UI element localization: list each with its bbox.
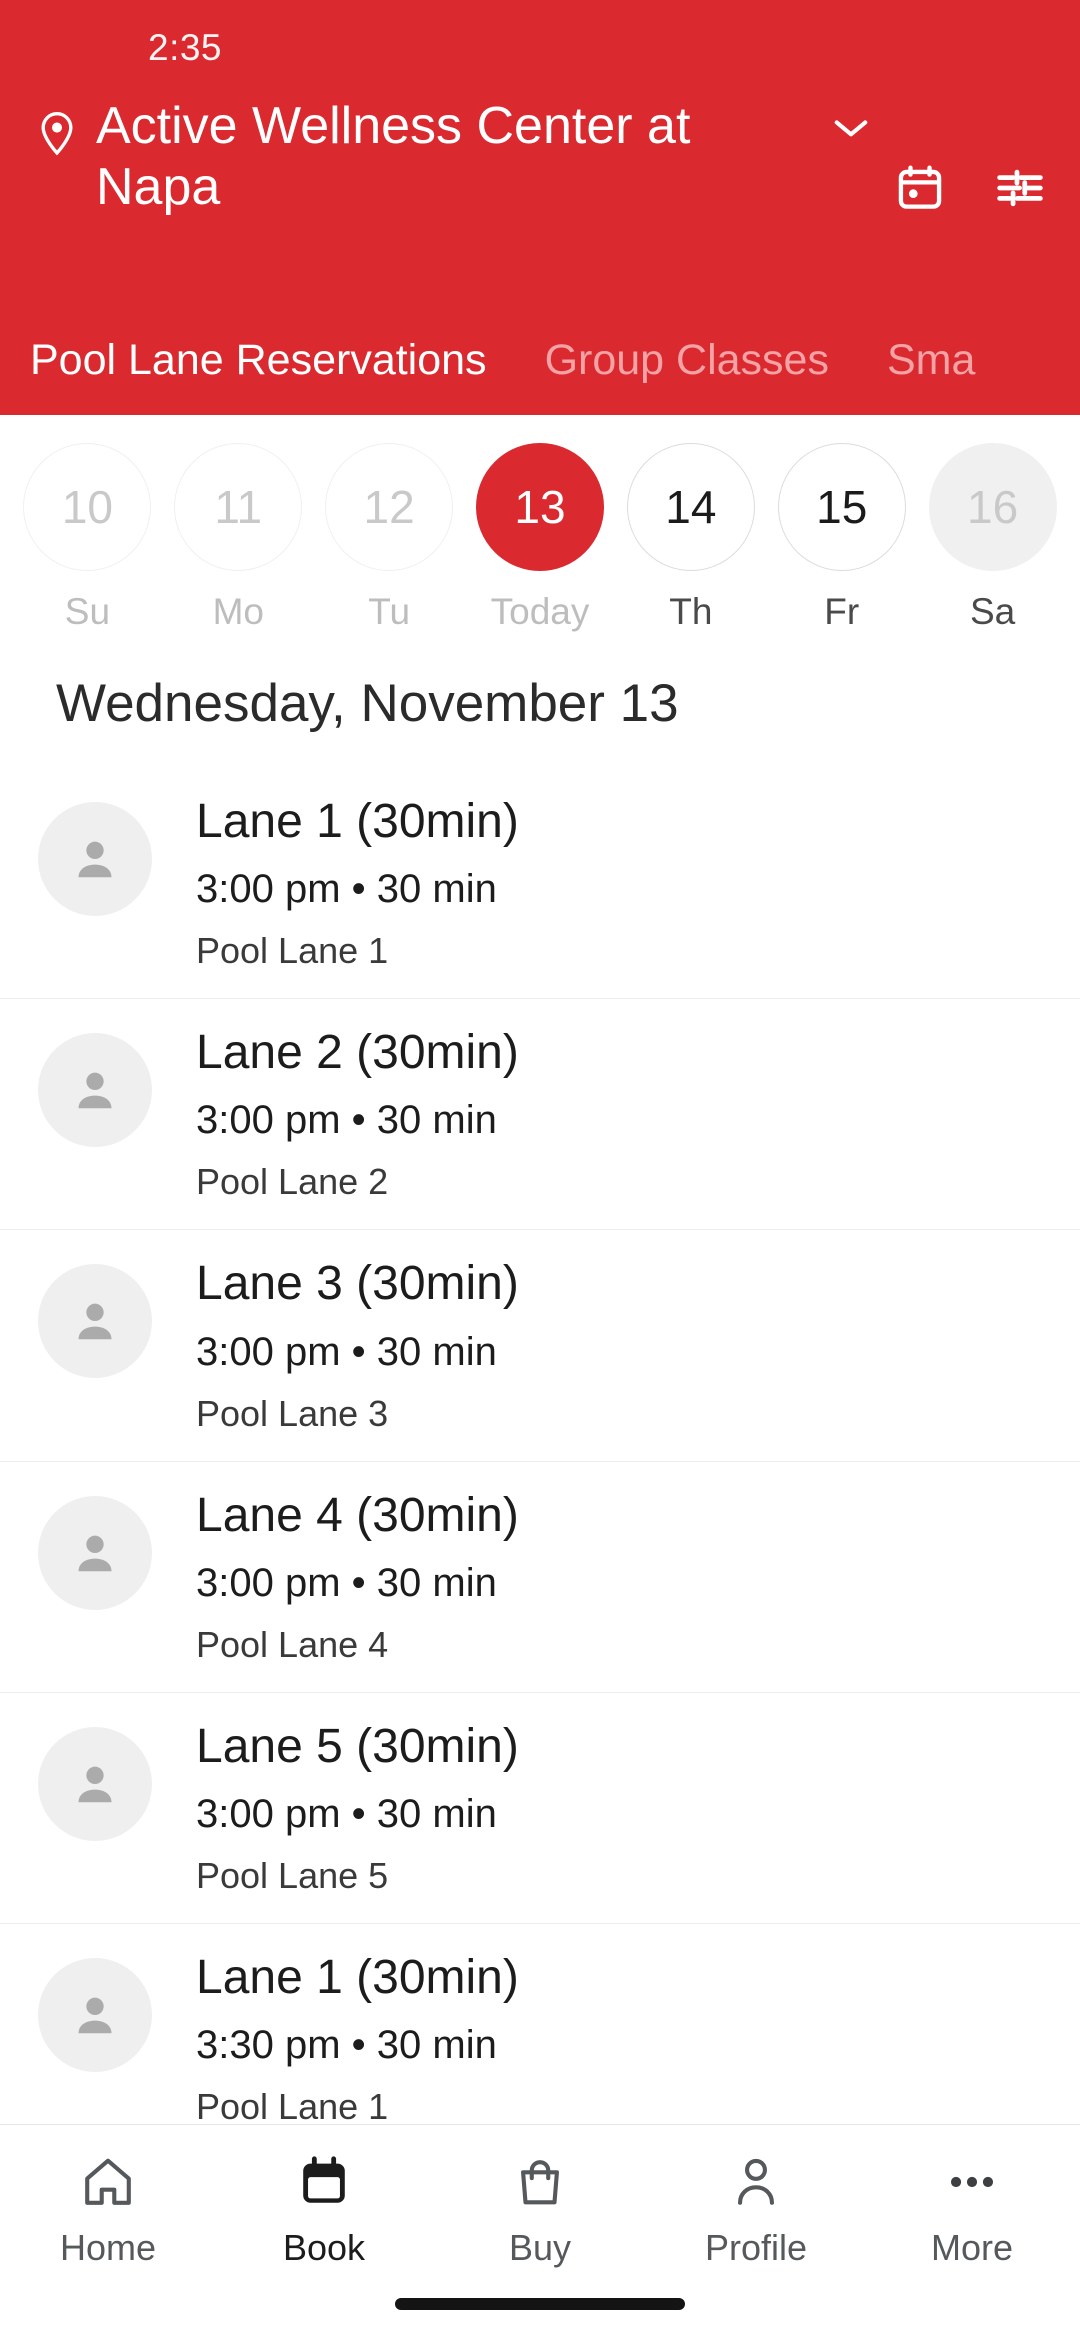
list-item-time: 3:00 pm • 30 min <box>196 1329 497 1374</box>
list-item[interactable]: Lane 1 (30min) 3:00 pm • 30 min Pool Lan… <box>0 768 1080 1000</box>
bottom-navigation: Home Book Buy Profile More <box>0 2124 1080 2340</box>
avatar <box>38 1957 152 2072</box>
date-cell-15[interactable]: 15 Fr <box>766 443 917 653</box>
nav-label: More <box>930 2227 1014 2268</box>
list-item-location: Pool Lane 4 <box>196 1623 389 1665</box>
list-item-title: Lane 3 (30min) <box>196 1257 519 1311</box>
app-header: 2:35 Active Wellness Center at Napa Pool… <box>0 0 1080 415</box>
tab-small-group[interactable]: Sma <box>887 336 975 385</box>
date-number-selected[interactable]: 13 <box>476 443 604 571</box>
nav-label: Book <box>282 2227 366 2268</box>
list-item[interactable]: Lane 1 (30min) 3:30 pm • 30 min Pool Lan… <box>0 1923 1080 2124</box>
date-weekday: Su <box>64 591 111 632</box>
date-weekday: Mo <box>212 591 264 632</box>
shopping-bag-icon <box>511 2151 569 2213</box>
date-number[interactable]: 15 <box>777 443 906 571</box>
date-number[interactable]: 12 <box>325 443 454 571</box>
date-weekday: Th <box>669 591 713 632</box>
list-item-title: Lane 1 (30min) <box>196 1950 519 2004</box>
list-item[interactable]: Lane 4 (30min) 3:00 pm • 30 min Pool Lan… <box>0 1461 1080 1693</box>
list-item-location: Pool Lane 1 <box>196 2086 389 2124</box>
list-item[interactable]: Lane 5 (30min) 3:00 pm • 30 min Pool Lan… <box>0 1692 1080 1924</box>
list-item[interactable]: Lane 3 (30min) 3:00 pm • 30 min Pool Lan… <box>0 1230 1080 1462</box>
section-tabs[interactable]: Pool Lane Reservations Group Classes Sma <box>0 305 1080 415</box>
date-cell-13-today[interactable]: 13 Today <box>465 443 616 653</box>
avatar <box>38 1726 152 1841</box>
list-item-text: Lane 1 (30min) 3:30 pm • 30 min Pool Lan… <box>152 1950 1050 2124</box>
nav-item-more[interactable]: More <box>864 2151 1080 2269</box>
nav-item-book[interactable]: Book <box>216 2151 432 2269</box>
avatar <box>38 1264 152 1379</box>
list-item-time: 3:00 pm • 30 min <box>196 1560 497 1605</box>
chevron-down-icon[interactable] <box>832 116 870 145</box>
list-item-time: 3:00 pm • 30 min <box>196 867 497 912</box>
list-item-time: 3:00 pm • 30 min <box>196 1791 497 1836</box>
date-strip[interactable]: 10 Su 11 Mo 12 Tu 13 Today 14 Th 15 Fr 1… <box>0 415 1080 653</box>
home-indicator[interactable] <box>395 2298 685 2310</box>
list-item-title: Lane 4 (30min) <box>196 1488 519 1542</box>
location-pin-icon <box>34 110 80 171</box>
date-weekday: Fr <box>824 591 860 632</box>
list-item-text: Lane 5 (30min) 3:00 pm • 30 min Pool Lan… <box>152 1719 1050 1897</box>
avatar <box>38 1033 152 1148</box>
date-number[interactable]: 16 <box>928 443 1057 571</box>
list-item-location: Pool Lane 3 <box>196 1392 389 1434</box>
list-item[interactable]: Lane 2 (30min) 3:00 pm • 30 min Pool Lan… <box>0 999 1080 1231</box>
date-cell-16[interactable]: 16 Sa <box>917 443 1068 653</box>
calendar-icon <box>295 2151 353 2213</box>
list-item-location: Pool Lane 5 <box>196 1854 389 1896</box>
nav-item-buy[interactable]: Buy <box>432 2151 648 2269</box>
header-actions <box>894 162 1046 214</box>
venue-title: Active Wellness Center at Napa <box>96 97 691 217</box>
nav-label: Home <box>59 2227 157 2268</box>
date-number[interactable]: 11 <box>174 443 303 571</box>
list-item-title: Lane 2 (30min) <box>196 1026 519 1080</box>
date-weekday: Today <box>490 591 590 632</box>
list-item-time: 3:00 pm • 30 min <box>196 1098 497 1143</box>
nav-item-profile[interactable]: Profile <box>648 2151 864 2269</box>
date-cell-10[interactable]: 10 Su <box>12 443 163 653</box>
reservation-list[interactable]: Lane 1 (30min) 3:00 pm • 30 min Pool Lan… <box>0 768 1080 2124</box>
date-number[interactable]: 10 <box>23 443 152 571</box>
date-number[interactable]: 14 <box>626 443 755 571</box>
nav-label: Profile <box>704 2227 808 2268</box>
list-item-location: Pool Lane 1 <box>196 930 389 972</box>
list-item-title: Lane 1 (30min) <box>196 795 519 848</box>
tab-group-classes[interactable]: Group Classes <box>545 336 829 385</box>
date-cell-12[interactable]: 12 Tu <box>314 443 465 653</box>
list-item-time: 3:30 pm • 30 min <box>196 2023 497 2068</box>
avatar <box>38 802 152 916</box>
home-icon <box>79 2151 137 2213</box>
status-bar: 2:35 <box>0 0 1080 96</box>
list-item-title: Lane 5 (30min) <box>196 1719 519 1773</box>
more-dots-icon <box>943 2151 1001 2213</box>
app-screen: 2:35 Active Wellness Center at Napa Pool… <box>0 0 1080 2340</box>
list-item-location: Pool Lane 2 <box>196 1161 389 1203</box>
date-cell-11[interactable]: 11 Mo <box>163 443 314 653</box>
list-item-text: Lane 1 (30min) 3:00 pm • 30 min Pool Lan… <box>152 794 1050 972</box>
list-item-text: Lane 2 (30min) 3:00 pm • 30 min Pool Lan… <box>152 1025 1050 1203</box>
nav-item-home[interactable]: Home <box>0 2151 216 2269</box>
person-icon <box>727 2151 785 2213</box>
selected-date-heading: Wednesday, November 13 <box>56 674 679 733</box>
filter-sliders-icon[interactable] <box>994 162 1046 214</box>
list-item-text: Lane 3 (30min) 3:00 pm • 30 min Pool Lan… <box>152 1256 1050 1434</box>
date-cell-14[interactable]: 14 Th <box>615 443 766 653</box>
date-weekday: Tu <box>368 591 411 632</box>
tab-pool-lane-reservations[interactable]: Pool Lane Reservations <box>30 336 487 385</box>
avatar <box>38 1495 152 1610</box>
calendar-icon[interactable] <box>894 162 946 214</box>
nav-label: Buy <box>508 2227 572 2268</box>
status-bar-clock: 2:35 <box>148 27 223 68</box>
list-item-text: Lane 4 (30min) 3:00 pm • 30 min Pool Lan… <box>152 1488 1050 1666</box>
date-weekday: Sa <box>969 591 1016 632</box>
